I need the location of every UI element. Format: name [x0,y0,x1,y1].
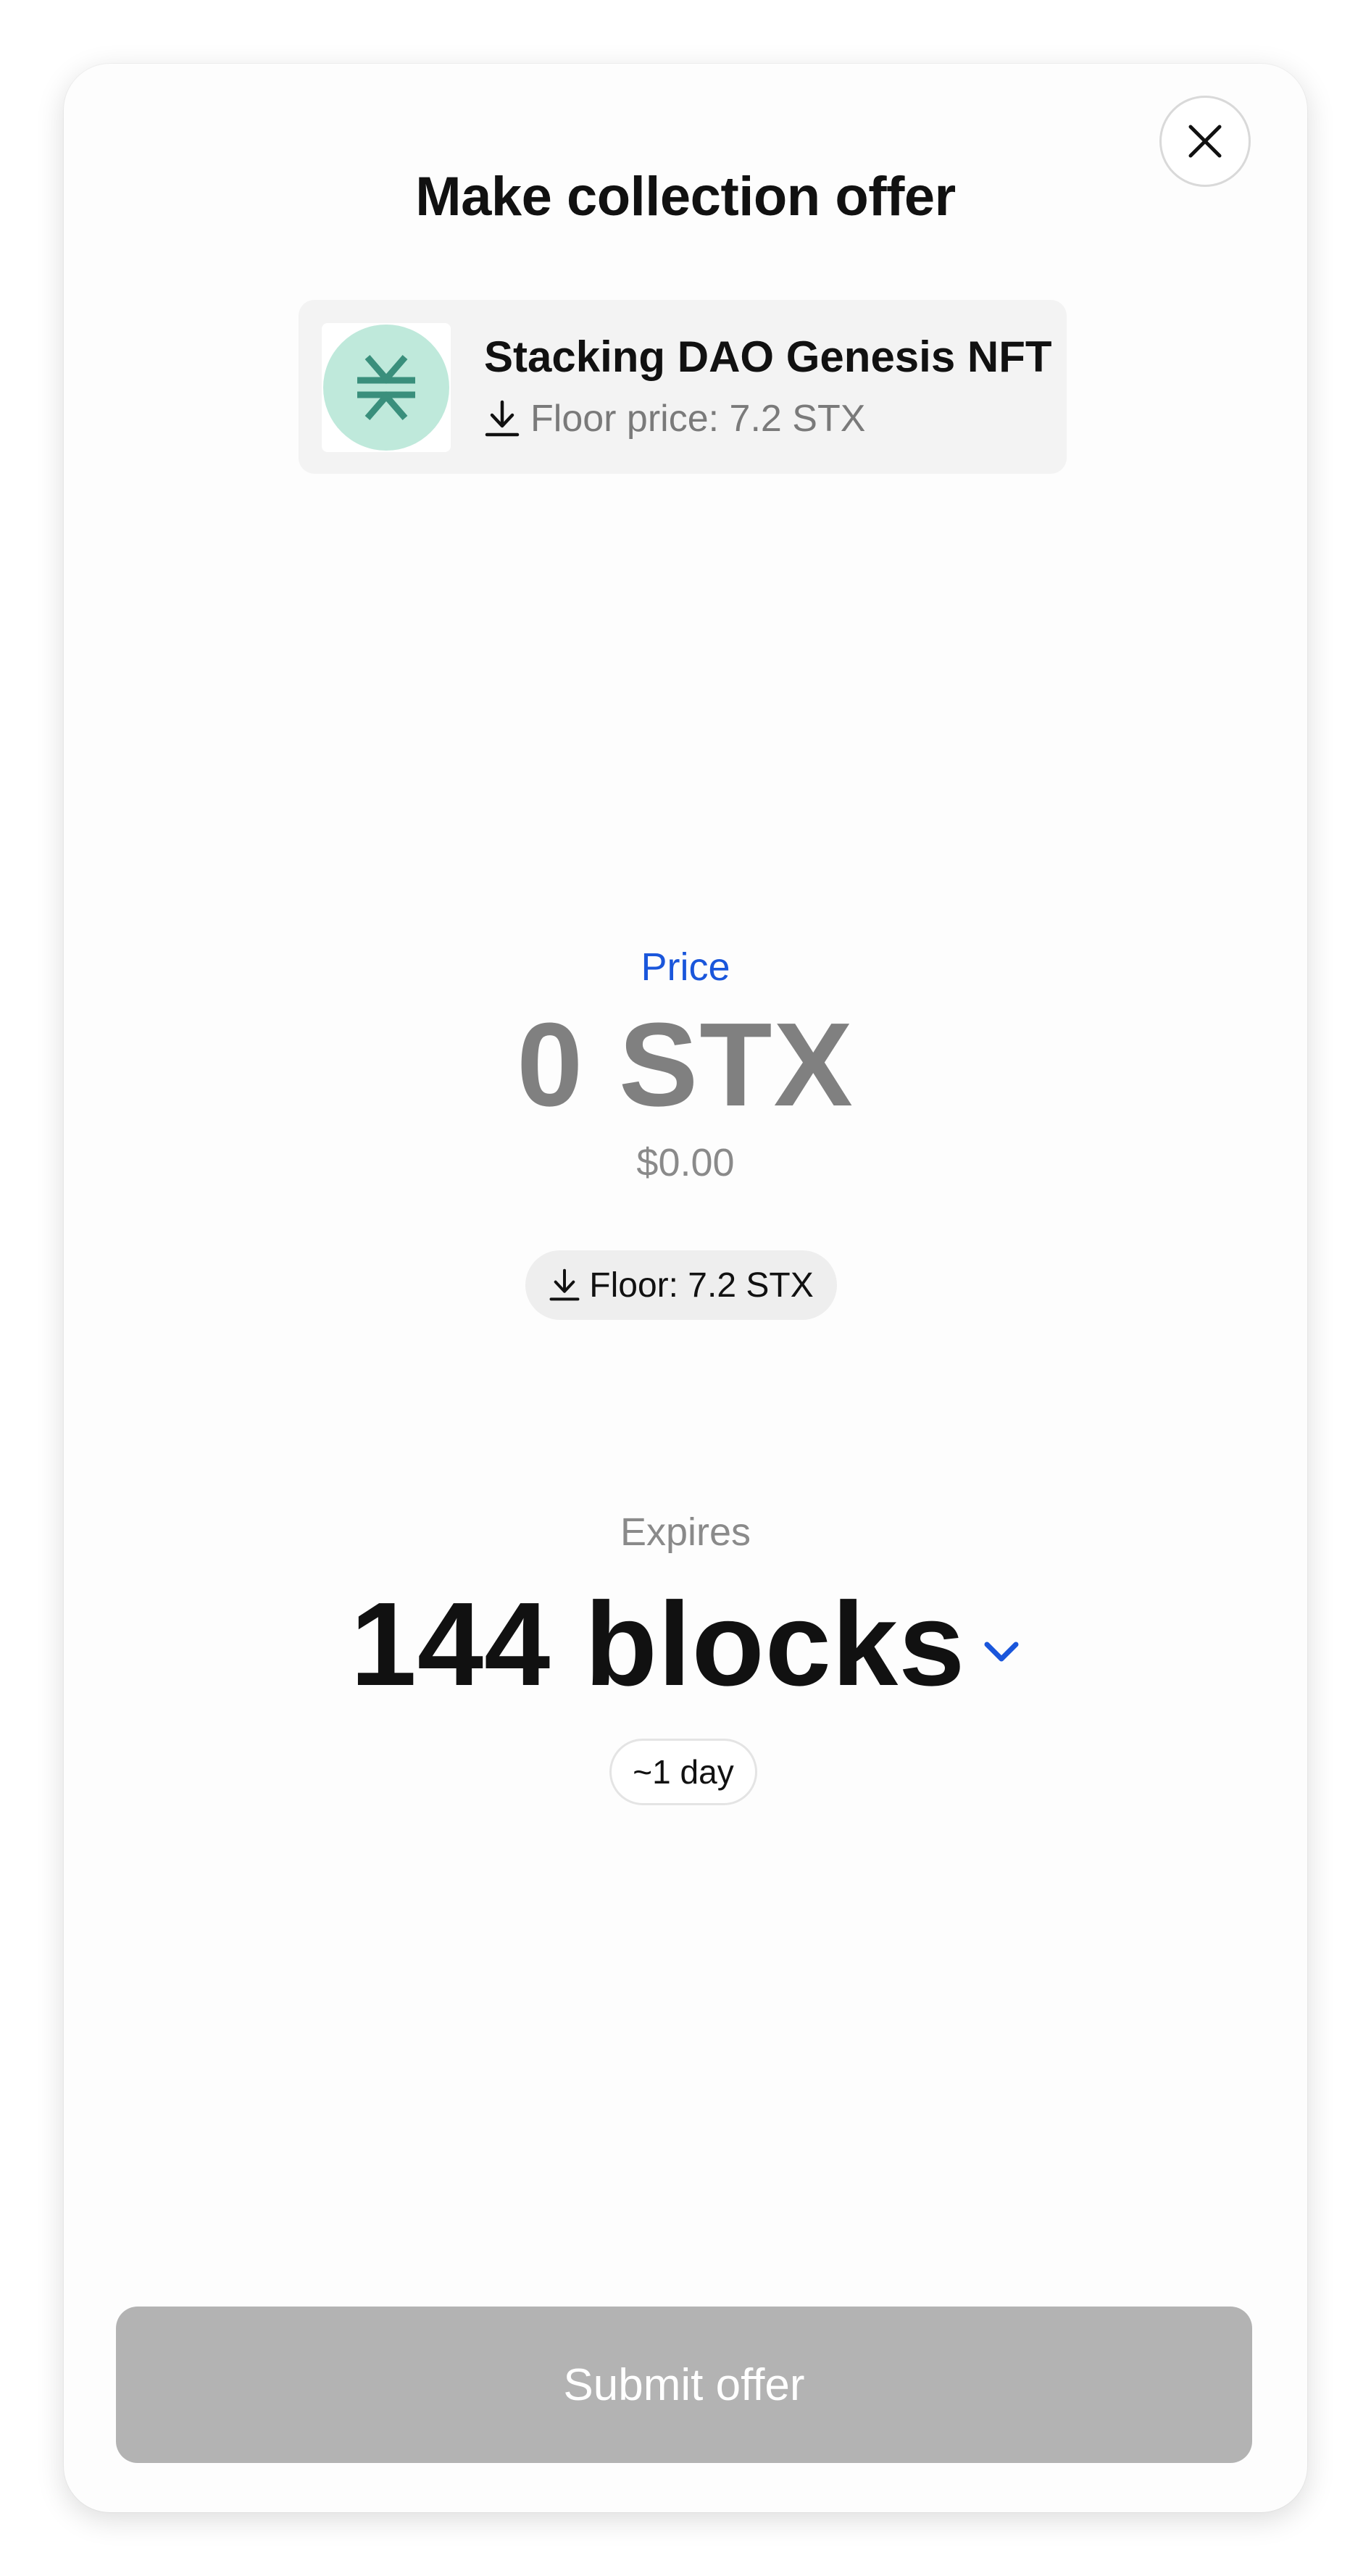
close-icon [1188,125,1222,158]
submit-offer-button[interactable]: Submit offer [116,2307,1252,2463]
collection-card: Stacking DAO Genesis NFT Floor price: 7.… [299,300,1067,474]
floor-pill-label: Floor: 7.2 STX [589,1266,814,1305]
expires-duration-badge: ~1 day [609,1739,757,1805]
price-usd-value: $0.00 [636,1141,735,1184]
make-offer-modal: Make collection offer Stacking DAO Genes… [64,64,1307,2512]
collection-floor-price: Floor price: 7.2 STX [484,397,865,440]
download-arrow-icon [485,400,520,437]
close-button[interactable] [1159,96,1251,187]
page: Make collection offer Stacking DAO Genes… [0,0,1371,2576]
price-label: Price [641,945,730,989]
floor-price-button[interactable]: Floor: 7.2 STX [525,1250,837,1320]
expires-dropdown[interactable]: 144 blocks [64,1585,1307,1704]
expires-value: 144 blocks [350,1578,966,1710]
expires-label: Expires [620,1510,751,1554]
stacks-logo-icon [357,355,415,420]
collection-avatar-frame [322,323,451,452]
modal-title: Make collection offer [415,166,956,227]
collection-floor-text: Floor price: 7.2 STX [530,398,866,440]
download-arrow-icon [549,1268,580,1301]
collection-avatar [323,325,449,451]
price-input[interactable]: 0 STX [64,1005,1307,1124]
chevron-down-icon [984,1642,1019,1662]
collection-name: Stacking DAO Genesis NFT [484,333,1052,381]
